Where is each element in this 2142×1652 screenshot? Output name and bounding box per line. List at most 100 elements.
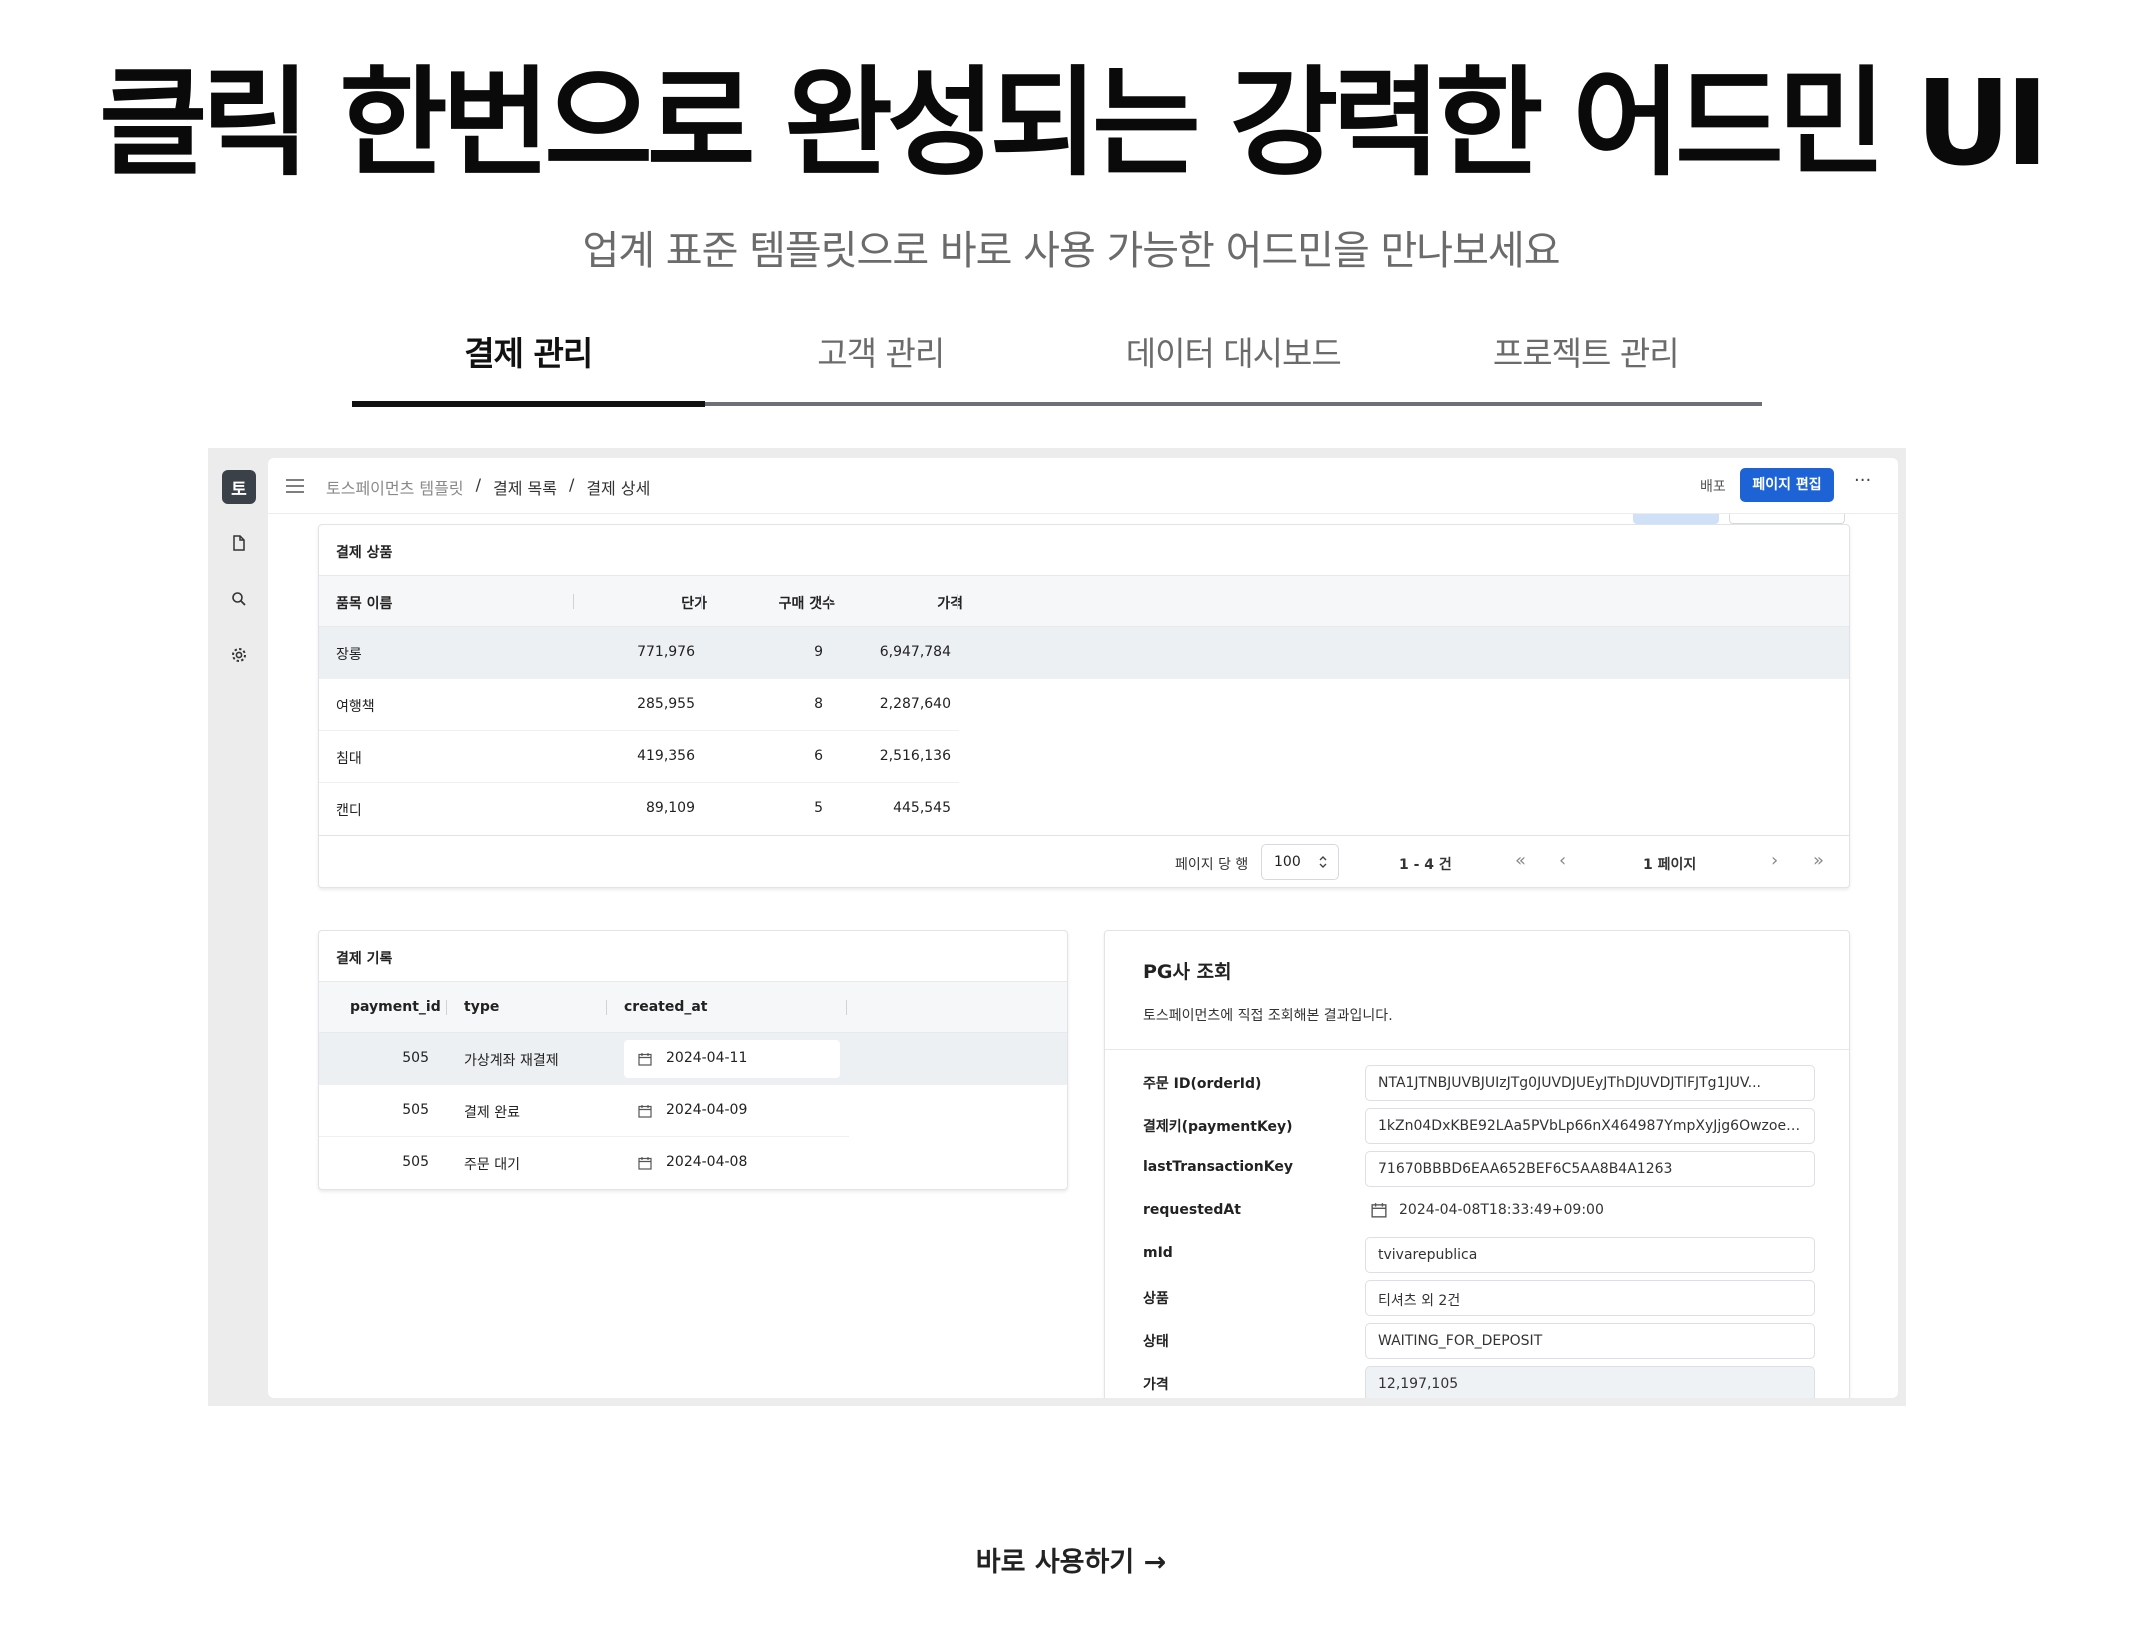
col-unit-price[interactable]: 단가	[653, 593, 707, 613]
cell-item-name: 여행책	[336, 699, 375, 715]
cell-quantity: 5	[814, 800, 823, 816]
rows-per-page-value: 100	[1274, 854, 1301, 870]
label-status: 상태	[1143, 1334, 1169, 1350]
cell-quantity: 6	[814, 748, 823, 764]
table-row[interactable]: 505 가상계좌 재결제 2024-04-11	[319, 1033, 1067, 1085]
cell-item-name: 침대	[336, 751, 362, 767]
col-resize-handle[interactable]	[957, 594, 958, 609]
calendar-icon[interactable]	[1371, 1202, 1387, 1218]
template-tabs: 결제 관리 고객 관리 데이터 대시보드 프로젝트 관리	[352, 322, 1762, 408]
products-table-header: 품목 이름 단가 구매 갯수 가격	[319, 575, 1849, 627]
cell-item-name: 캔디	[336, 803, 362, 819]
current-page-label: 1 페이지	[1643, 857, 1697, 873]
history-title: 결제 기록	[336, 951, 393, 967]
deploy-button[interactable]: 배포	[1700, 476, 1726, 496]
use-now-link[interactable]: 바로 사용하기 →	[0, 1540, 2142, 1579]
tab-customer[interactable]: 고객 관리	[705, 322, 1058, 408]
col-resize-handle[interactable]	[606, 1000, 607, 1015]
table-row[interactable]: 여행책 285,955 8 2,287,640	[319, 679, 959, 731]
rows-per-page-label: 페이지 당 행	[1175, 857, 1249, 873]
mid-field[interactable]: tvivarepublica	[1365, 1237, 1815, 1273]
table-row[interactable]: 캔디 89,109 5 445,545	[319, 783, 959, 835]
history-table-header: payment_id type created_at	[319, 981, 1067, 1033]
amount-field[interactable]: 12,197,105	[1365, 1366, 1815, 1398]
next-page-icon[interactable]: ›	[1771, 850, 1778, 871]
date-value: 2024-04-09	[666, 1102, 748, 1118]
payment-history-card: 결제 기록 payment_id type created_at 505 가상계…	[318, 930, 1068, 1190]
table-row[interactable]: 505 결제 완료 2024-04-09	[319, 1085, 849, 1137]
tab-project[interactable]: 프로젝트 관리	[1410, 322, 1763, 408]
calendar-icon	[638, 1053, 652, 1066]
last-page-icon[interactable]: »	[1813, 850, 1824, 871]
cell-payment-id: 505	[402, 1050, 429, 1066]
products-title: 결제 상품	[336, 545, 393, 561]
date-value: 2024-04-11	[666, 1050, 748, 1066]
calendar-icon	[638, 1105, 652, 1118]
table-row[interactable]: 장롱 771,976 9 6,947,784	[319, 627, 1849, 679]
label-product: 상품	[1143, 1291, 1169, 1307]
table-row[interactable]: 침대 419,356 6 2,516,136	[319, 731, 959, 783]
cell-unit-price: 285,955	[637, 696, 695, 712]
breadcrumb-item-detail: 결제 상세	[586, 479, 651, 498]
date-field[interactable]: 2024-04-11	[624, 1040, 840, 1078]
rows-per-page-select[interactable]: 100	[1261, 844, 1339, 880]
hamburger-menu-icon[interactable]	[284, 475, 306, 497]
col-item-name[interactable]: 품목 이름	[336, 593, 392, 613]
breadcrumb-separator: /	[568, 475, 575, 494]
breadcrumb: 토스페이먼츠 템플릿 / 결제 목록 / 결제 상세	[326, 475, 650, 499]
table-row[interactable]: 505 주문 대기 2024-04-08	[319, 1137, 849, 1189]
date-field[interactable]: 2024-04-08	[624, 1144, 840, 1182]
pagination: 페이지 당 행 100 1 - 4 건 « ‹ 1 페이지 › »	[319, 835, 1849, 887]
col-created-at[interactable]: created_at	[624, 999, 708, 1015]
prev-page-icon[interactable]: ‹	[1559, 850, 1566, 871]
tab-dashboard[interactable]: 데이터 대시보드	[1057, 322, 1410, 408]
col-resize-handle[interactable]	[701, 594, 702, 609]
cell-type: 주문 대기	[464, 1157, 520, 1173]
date-field[interactable]: 2024-04-09	[624, 1092, 840, 1130]
scrolled-secondary-button[interactable]	[1729, 514, 1845, 524]
tabs-active-indicator	[352, 401, 705, 407]
cell-unit-price: 771,976	[637, 644, 695, 660]
select-arrows-icon	[1319, 856, 1327, 868]
col-resize-handle[interactable]	[446, 1000, 447, 1015]
search-icon[interactable]	[222, 582, 256, 616]
edit-page-button[interactable]: 페이지 편집	[1740, 468, 1834, 502]
more-options-icon[interactable]: ···	[1854, 470, 1871, 491]
cell-quantity: 8	[814, 696, 823, 712]
last-transaction-key-field[interactable]: 71670BBBD6EAA652BEF6C5AA8B4A1263	[1365, 1151, 1815, 1187]
products-card: 결제 상품 품목 이름 단가 구매 갯수 가격 장롱 771,976 9 6,9…	[318, 524, 1850, 888]
tab-payment[interactable]: 결제 관리	[352, 322, 705, 408]
cell-unit-price: 89,109	[646, 800, 695, 816]
gear-icon[interactable]	[222, 638, 256, 672]
calendar-icon	[638, 1157, 652, 1170]
label-payment-key: 결제키(paymentKey)	[1143, 1119, 1293, 1135]
requested-at-value: 2024-04-08T18:33:49+09:00	[1399, 1202, 1604, 1218]
cell-item-name: 장롱	[336, 647, 362, 663]
pg-lookup-card: PG사 조회 토스페이먼츠에 직접 조회해본 결과입니다. 주문 ID(orde…	[1104, 930, 1850, 1398]
col-resize-handle[interactable]	[829, 594, 830, 609]
label-order-id: 주문 ID(orderId)	[1143, 1076, 1262, 1092]
cell-unit-price: 419,356	[637, 748, 695, 764]
col-type[interactable]: type	[464, 999, 499, 1015]
cell-payment-id: 505	[402, 1102, 429, 1118]
col-payment-id[interactable]: payment_id	[350, 999, 441, 1015]
scrolled-primary-button[interactable]	[1633, 514, 1719, 524]
col-price[interactable]: 가격	[879, 593, 963, 613]
row-range-label: 1 - 4 건	[1399, 857, 1452, 873]
document-icon[interactable]	[222, 526, 256, 560]
col-resize-handle[interactable]	[573, 594, 574, 609]
breadcrumb-item-template[interactable]: 토스페이먼츠 템플릿	[326, 475, 464, 499]
first-page-icon[interactable]: «	[1515, 850, 1526, 871]
hero-subtitle: 업계 표준 템플릿으로 바로 사용 가능한 어드민을 만나보세요	[582, 228, 1560, 274]
brand-logo[interactable]: 토	[222, 470, 256, 504]
col-resize-handle[interactable]	[846, 1000, 847, 1015]
admin-preview: 토 토스페이먼츠 템플릿 / 결제 목록 / 결제 상세 배포 페이지 편집 ·…	[208, 448, 1906, 1406]
product-field[interactable]: 티셔츠 외 2건	[1365, 1280, 1815, 1316]
payment-key-field[interactable]: 1kZn04DxKBE92LAa5PVbLp66nX464987YmpXyJjg…	[1365, 1108, 1815, 1144]
breadcrumb-item-list[interactable]: 결제 목록	[493, 475, 557, 499]
col-quantity[interactable]: 구매 갯수	[745, 593, 835, 613]
order-id-field[interactable]: NTA1JTNBJUVBJUIzJTg0JUVDJUEyJThDJUVDJTlF…	[1365, 1065, 1815, 1101]
status-field[interactable]: WAITING_FOR_DEPOSIT	[1365, 1323, 1815, 1359]
pg-lookup-title: PG사 조회	[1143, 961, 1232, 983]
cell-price: 445,545	[893, 800, 951, 816]
